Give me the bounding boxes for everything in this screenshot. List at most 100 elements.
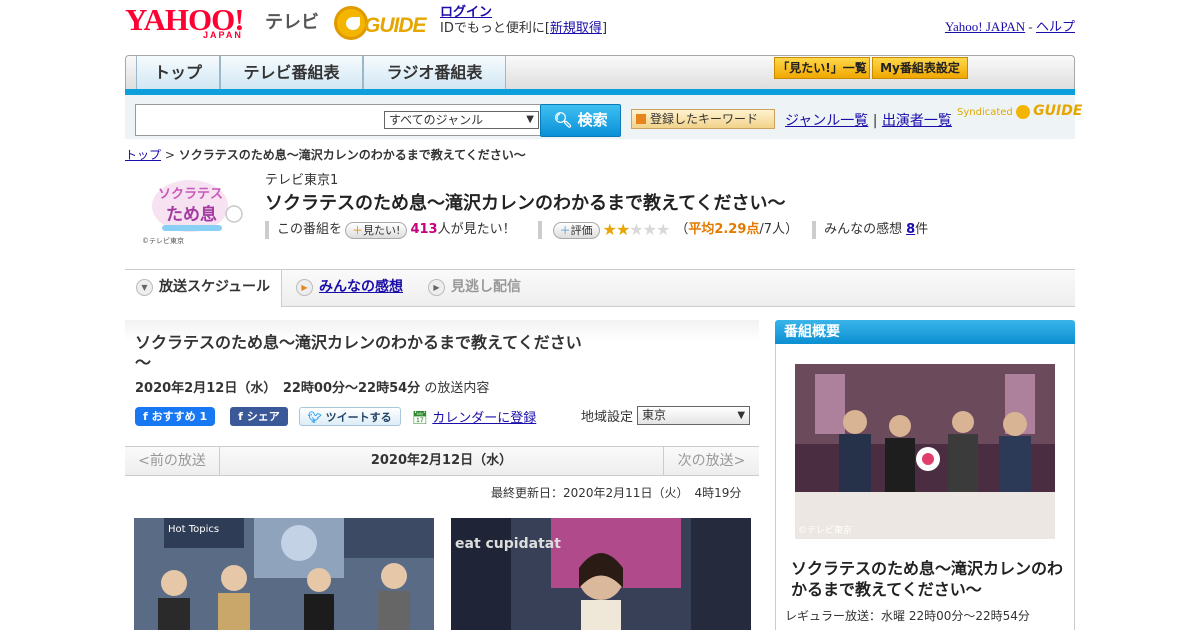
social-buttons: f おすすめ 1 f シェア 🐦︎ ツイートする 📅︎ カレンダーに登録 bbox=[135, 406, 536, 426]
plus-icon: ＋ bbox=[352, 223, 364, 237]
login-link[interactable]: ログイン bbox=[440, 5, 492, 20]
rating-pill-label: 評価 bbox=[570, 223, 593, 237]
svg-text:eat cupidatat: eat cupidatat bbox=[455, 536, 561, 552]
region-setting: 地域設定 東京 ▼ bbox=[581, 406, 751, 425]
episode-datetime-suffix: の放送内容 bbox=[424, 381, 490, 396]
login-prompt-prefix: IDでもっと便利に[ bbox=[440, 21, 550, 36]
main-nav: トップ テレビ番組表 ラジオ番組表 「見たい!」一覧 My番組表設定 bbox=[125, 55, 1075, 92]
episode-title: ソクラテスのため息～滝沢カレンのわかるまで教えてください～ bbox=[135, 333, 582, 372]
rating-button[interactable]: ＋評価 bbox=[552, 221, 600, 239]
last-updated: 最終更新日：2020年2月11日（火） 4時19分 bbox=[491, 486, 742, 500]
yahoo-japan-logo[interactable]: YAHOO! JAPAN bbox=[125, 4, 265, 41]
register-link[interactable]: 新規取得 bbox=[550, 21, 602, 36]
episode-photo-1: Hot Topics bbox=[134, 518, 434, 630]
genre-select[interactable]: すべてのジャンル ▼ bbox=[384, 111, 539, 129]
star-filled-icon: ★ bbox=[602, 220, 617, 239]
my-bangumi-settings-button[interactable]: My番組表設定 bbox=[872, 57, 968, 79]
sidebar-program-title: ソクラテスのため息～滝沢カレンのわかるまで教えてください～ bbox=[791, 559, 1064, 599]
rating-paren-open: （ bbox=[675, 222, 689, 237]
tv-service-label[interactable]: テレビ bbox=[265, 8, 319, 34]
utility-links: Yahoo! JAPAN - ヘルプ bbox=[945, 16, 1075, 35]
episode-photo-2: eat cupidatat bbox=[451, 518, 751, 630]
gguide-g-icon bbox=[334, 6, 368, 40]
search-button[interactable]: 🔍︎ 検索 bbox=[540, 104, 621, 137]
gguide-small-text: GUIDE bbox=[1033, 103, 1083, 119]
gguide-small-icon bbox=[1015, 105, 1030, 119]
yahoo-japan-link[interactable]: Yahoo! JAPAN bbox=[945, 19, 1025, 34]
genre-list-link[interactable]: ジャンル一覧 bbox=[785, 113, 868, 129]
program-subtabs: ▼ 放送スケジュール ▶ みんなの感想 ▶ 見逃し配信 bbox=[125, 269, 1075, 307]
login-prompt-suffix: ] bbox=[601, 21, 608, 36]
login-box: ログイン IDでもっと便利に[新規取得] bbox=[440, 5, 607, 37]
search-button-label: 検索 bbox=[577, 111, 608, 129]
tab-top[interactable]: トップ bbox=[136, 56, 220, 91]
twitter-icon: 🐦︎ bbox=[307, 410, 322, 424]
sidebar-regular-broadcast: レギュラー放送：水曜 22時00分～22時54分 bbox=[785, 609, 1030, 623]
meta-divider bbox=[812, 221, 817, 239]
mitai-suffix: 人が見たい！ bbox=[437, 222, 516, 237]
registered-keywords-label: 登録したキーワード bbox=[650, 112, 759, 126]
dropdown-arrow-icon bbox=[636, 114, 646, 124]
fb-share-button[interactable]: f シェア bbox=[230, 406, 288, 426]
subtab-schedule-label: 放送スケジュール bbox=[159, 279, 271, 295]
mitai-count: 413 bbox=[410, 222, 438, 237]
chevron-down-icon: ▼ bbox=[737, 410, 746, 421]
search-links: ジャンル一覧 | 出演者一覧 bbox=[785, 110, 952, 130]
subtab-catchup-label: 見逃し配信 bbox=[451, 279, 521, 295]
fb-share-label: シェア bbox=[246, 409, 280, 423]
svg-text:ため息: ため息 bbox=[166, 204, 217, 225]
reviews-count-link[interactable]: 8 bbox=[906, 220, 915, 240]
rating-voters: /7人 bbox=[759, 222, 786, 237]
performer-list-link[interactable]: 出演者一覧 bbox=[882, 113, 952, 129]
japan-logo-text: JAPAN bbox=[203, 30, 243, 40]
breadcrumb: トップ > ソクラテスのため息～滝沢カレンのわかるまで教えてください～ bbox=[125, 146, 526, 163]
program-logo: ソクラテス ため息 ©テレビ東京 bbox=[142, 172, 250, 246]
program-title: ソクラテスのため息～滝沢カレンのわかるまで教えてください～ bbox=[265, 193, 786, 214]
mitai-button[interactable]: ＋見たい! bbox=[345, 221, 408, 239]
calendar-icon: 📅︎ bbox=[411, 410, 429, 426]
breadcrumb-top-link[interactable]: トップ bbox=[125, 148, 161, 162]
subtab-reviews[interactable]: ▶ みんなの感想 bbox=[285, 270, 417, 306]
region-select[interactable]: 東京 ▼ bbox=[637, 406, 751, 425]
breadcrumb-current: ソクラテスのため息～滝沢カレンのわかるまで教えてください～ bbox=[178, 148, 526, 162]
episode-datetime-value: 2020年2月12日（水） 22時00分～22時54分 bbox=[135, 381, 421, 396]
registered-keywords-button[interactable]: 登録したキーワード bbox=[631, 109, 775, 129]
star-filled-icon: ★ bbox=[615, 220, 630, 239]
tab-tv-listings[interactable]: テレビ番組表 bbox=[220, 56, 363, 91]
chevron-down-icon: ▼ bbox=[136, 279, 153, 296]
sidebar-program-image: ©テレビ東京 bbox=[795, 364, 1055, 539]
fb-recommend-button[interactable]: f おすすめ 1 bbox=[135, 406, 216, 426]
reviews-unit: 件 bbox=[915, 222, 929, 237]
subtab-reviews-label[interactable]: みんなの感想 bbox=[319, 279, 403, 295]
broadcast-date-nav: <前の放送 2020年2月12日（水） 次の放送> bbox=[125, 446, 759, 476]
play-icon: ▶ bbox=[428, 279, 445, 296]
subtab-schedule[interactable]: ▼ 放送スケジュール bbox=[125, 270, 282, 307]
tweet-button[interactable]: 🐦︎ ツイートする bbox=[298, 406, 401, 426]
region-selected-value: 東京 bbox=[642, 408, 667, 422]
breadcrumb-sep: > bbox=[164, 148, 175, 162]
sidebar-header: 番組概要 bbox=[775, 320, 1075, 344]
util-sep: - bbox=[1028, 19, 1033, 34]
meta-divider bbox=[537, 221, 542, 239]
program-meta: この番組を ＋見たい! 413 人が見たい！ ＋評価 ★★★★★ （平均2.29… bbox=[265, 220, 928, 240]
search-link-sep: | bbox=[872, 113, 878, 129]
prev-broadcast-button[interactable]: <前の放送 bbox=[125, 447, 220, 475]
star-empty-icon: ★ bbox=[642, 220, 657, 239]
gguide-logo[interactable]: GUIDE bbox=[334, 6, 434, 40]
fb-recommend-count: 1 bbox=[199, 409, 208, 423]
calendar-register[interactable]: 📅︎ カレンダーに登録 bbox=[412, 407, 537, 426]
fb-recommend-label: おすすめ bbox=[151, 409, 196, 423]
mitai-pill-label: 見たい! bbox=[363, 223, 401, 237]
rating-average: 平均2.29点 bbox=[688, 222, 760, 237]
help-link[interactable]: ヘルプ bbox=[1036, 19, 1075, 34]
reviews-label: みんなの感想 bbox=[824, 222, 903, 237]
genre-selected-value: すべてのジャンル bbox=[389, 113, 484, 127]
next-broadcast-button[interactable]: 次の放送> bbox=[663, 447, 759, 475]
tab-radio-listings[interactable]: ラジオ番組表 bbox=[363, 56, 506, 91]
mitai-prefix: この番組を bbox=[277, 222, 343, 237]
episode-datetime: 2020年2月12日（水） 22時00分～22時54分 の放送内容 bbox=[135, 377, 489, 396]
mitai-list-button[interactable]: 「見たい!」一覧 bbox=[774, 57, 870, 79]
facebook-icon: f bbox=[238, 409, 243, 423]
calendar-register-link[interactable]: カレンダーに登録 bbox=[432, 411, 536, 426]
svg-text:Hot Topics: Hot Topics bbox=[168, 524, 219, 535]
